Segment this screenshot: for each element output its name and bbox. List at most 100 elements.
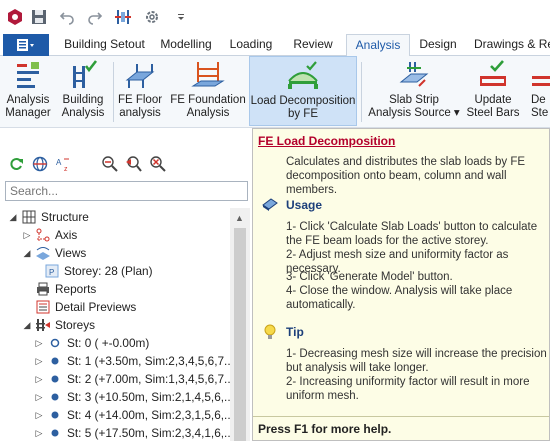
storey-dot-icon [47, 425, 63, 441]
tree-item-label: St: 1 (+3.50m, Sim:2,3,4,5,6,7... [67, 354, 230, 368]
zoom-clear-icon[interactable] [148, 154, 168, 174]
tab-modelling[interactable]: Modelling [153, 37, 219, 56]
structure-tree: ◢ Structure ▷ Axis ◢ Views P Storey: 28 … [0, 208, 230, 441]
slab-strip-analysis-source-button[interactable]: Slab Strip Analysis Source ▾ [366, 56, 462, 126]
analysis-manager-button[interactable]: Analysis Manager [3, 56, 53, 126]
storey-dot-icon [47, 335, 63, 351]
building-analysis-button[interactable]: Building Analysis [58, 56, 108, 126]
sort-az-icon[interactable]: Az [54, 154, 74, 174]
tab-building-setout[interactable]: Building Setout [57, 37, 152, 56]
fe-floor-analysis-label: FE Floor analysis [117, 94, 163, 119]
globe-icon[interactable] [30, 154, 50, 174]
tree-item-storey-2[interactable]: ▷ St: 2 (+7.00m, Sim:1,3,4,5,6,7... [34, 370, 230, 388]
tree-item-storey-0[interactable]: ▷ St: 0 ( +-0.00m) [34, 334, 150, 352]
plan-view-icon: P [44, 263, 60, 279]
views-icon [35, 245, 51, 261]
quick-access-toolbar [0, 0, 550, 34]
expand-icon[interactable]: ▷ [34, 338, 44, 348]
file-menu-button[interactable] [3, 34, 49, 56]
redo-icon[interactable] [84, 6, 106, 28]
ribbon-separator [113, 62, 114, 122]
tip-line-1: 1- Decreasing mesh size will increase th… [286, 348, 547, 374]
building-analysis-icon [73, 60, 98, 88]
tree-item-label: St: 0 ( +-0.00m) [67, 336, 150, 350]
tree-item-label: St: 2 (+7.00m, Sim:1,3,4,5,6,7... [67, 372, 230, 386]
tree-item-storey-1[interactable]: ▷ St: 1 (+3.50m, Sim:2,3,4,5,6,7... [34, 352, 230, 370]
expand-icon[interactable]: ▷ [34, 428, 44, 438]
structure-model-icon[interactable] [112, 6, 134, 28]
building-analysis-label: Building Analysis [61, 94, 105, 119]
customize-dropdown-icon[interactable] [170, 6, 192, 28]
tree-search-input[interactable] [5, 181, 248, 201]
tree-item-label: Structure [41, 210, 89, 224]
ribbon-separator [361, 62, 362, 122]
tree-item-label: St: 4 (+14.00m, Sim:2,3,1,5,6,... [67, 408, 230, 422]
tree-item-axis[interactable]: ▷ Axis [22, 226, 78, 244]
expand-icon[interactable]: ▷ [34, 356, 44, 366]
printer-icon [35, 281, 51, 297]
collapse-icon[interactable]: ◢ [22, 320, 32, 330]
lightbulb-icon [264, 324, 276, 339]
tree-item-storey-5[interactable]: ▷ St: 5 (+17.50m, Sim:2,3,4,1,6,... [34, 424, 230, 441]
tab-analysis[interactable]: Analysis [346, 34, 410, 57]
update-steel-bars-button[interactable]: Update Steel Bars [465, 56, 521, 126]
analysis-manager-icon [17, 62, 39, 88]
fe-foundation-analysis-icon [191, 62, 225, 87]
load-decomposition-label: Load Decomposition by FE [250, 95, 356, 120]
detail-preview-icon [35, 299, 51, 315]
refresh-icon[interactable] [6, 154, 26, 174]
tree-item-detail-previews[interactable]: Detail Previews [35, 298, 136, 316]
tree-vertical-scrollbar[interactable]: ▲ [230, 208, 250, 441]
tree-item-storey-3[interactable]: ▷ St: 3 (+10.50m, Sim:2,1,4,5,6,... [34, 388, 230, 406]
update-steel-bars-label: Update Steel Bars [466, 94, 520, 119]
tree-item-structure[interactable]: ◢ Structure [8, 208, 89, 226]
tooltip-footer: Press F1 for more help. [253, 416, 549, 440]
tree-item-label: Storey: 28 (Plan) [64, 264, 153, 278]
design-steel-button[interactable]: De Ste [525, 56, 550, 126]
tab-review[interactable]: Review [283, 37, 343, 56]
settings-icon[interactable] [141, 6, 163, 28]
usage-line-1: 1- Click 'Calculate Slab Loads' button t… [286, 221, 538, 247]
storey-dot-icon [47, 371, 63, 387]
app-logo-icon[interactable] [4, 6, 26, 28]
scrollbar-thumb[interactable] [234, 228, 246, 441]
undo-icon[interactable] [56, 6, 78, 28]
zoom-previous-icon[interactable] [124, 154, 144, 174]
tree-item-label: Axis [55, 228, 78, 242]
scroll-up-icon[interactable]: ▲ [235, 213, 244, 223]
expand-icon[interactable]: ▷ [22, 230, 32, 240]
tree-item-label: Detail Previews [55, 300, 137, 314]
tree-item-reports[interactable]: Reports [35, 280, 96, 298]
tree-item-storey-4[interactable]: ▷ St: 4 (+14.00m, Sim:2,3,1,5,6,... [34, 406, 230, 424]
fe-foundation-analysis-button[interactable]: FE Foundation Analysis [168, 56, 248, 126]
expand-icon[interactable]: ▷ [34, 410, 44, 420]
collapse-icon[interactable]: ◢ [22, 248, 32, 258]
usage-heading: Usage [286, 198, 323, 212]
ribbon-tab-bar: Building Setout Modelling Loading Review… [0, 34, 550, 57]
load-decomposition-by-fe-button[interactable]: Load Decomposition by FE [249, 56, 357, 126]
tree-item-views[interactable]: ◢ Views [22, 244, 86, 262]
storey-dot-icon [47, 389, 63, 405]
slab-strip-icon [399, 62, 429, 87]
save-icon[interactable] [28, 6, 50, 28]
storey-dot-icon [47, 407, 63, 423]
expand-icon[interactable]: ▷ [34, 374, 44, 384]
ribbon-panel: Analysis Manager Building Analysis FE Fl… [0, 56, 550, 128]
svg-text:A: A [56, 158, 62, 167]
tree-item-storey-plan[interactable]: P Storey: 28 (Plan) [44, 262, 153, 280]
fe-floor-analysis-icon [125, 64, 155, 88]
tab-drawings-reports[interactable]: Drawings & Re [474, 37, 550, 56]
file-menu-icon [17, 39, 34, 51]
tab-design[interactable]: Design [412, 37, 464, 56]
tooltip-title: FE Load Decomposition [258, 134, 396, 148]
expand-icon[interactable]: ▷ [34, 392, 44, 402]
collapse-icon[interactable]: ◢ [8, 212, 18, 222]
storey-dot-icon [47, 353, 63, 369]
storeys-icon [35, 317, 51, 333]
tree-item-storeys[interactable]: ◢ Storeys [22, 316, 95, 334]
fe-foundation-analysis-label: FE Foundation Analysis [170, 94, 246, 119]
command-tooltip: FE Load Decomposition Calculates and dis… [252, 128, 550, 441]
fe-floor-analysis-button[interactable]: FE Floor analysis [117, 56, 163, 126]
zoom-find-icon[interactable] [100, 154, 120, 174]
tab-loading[interactable]: Loading [222, 37, 280, 56]
